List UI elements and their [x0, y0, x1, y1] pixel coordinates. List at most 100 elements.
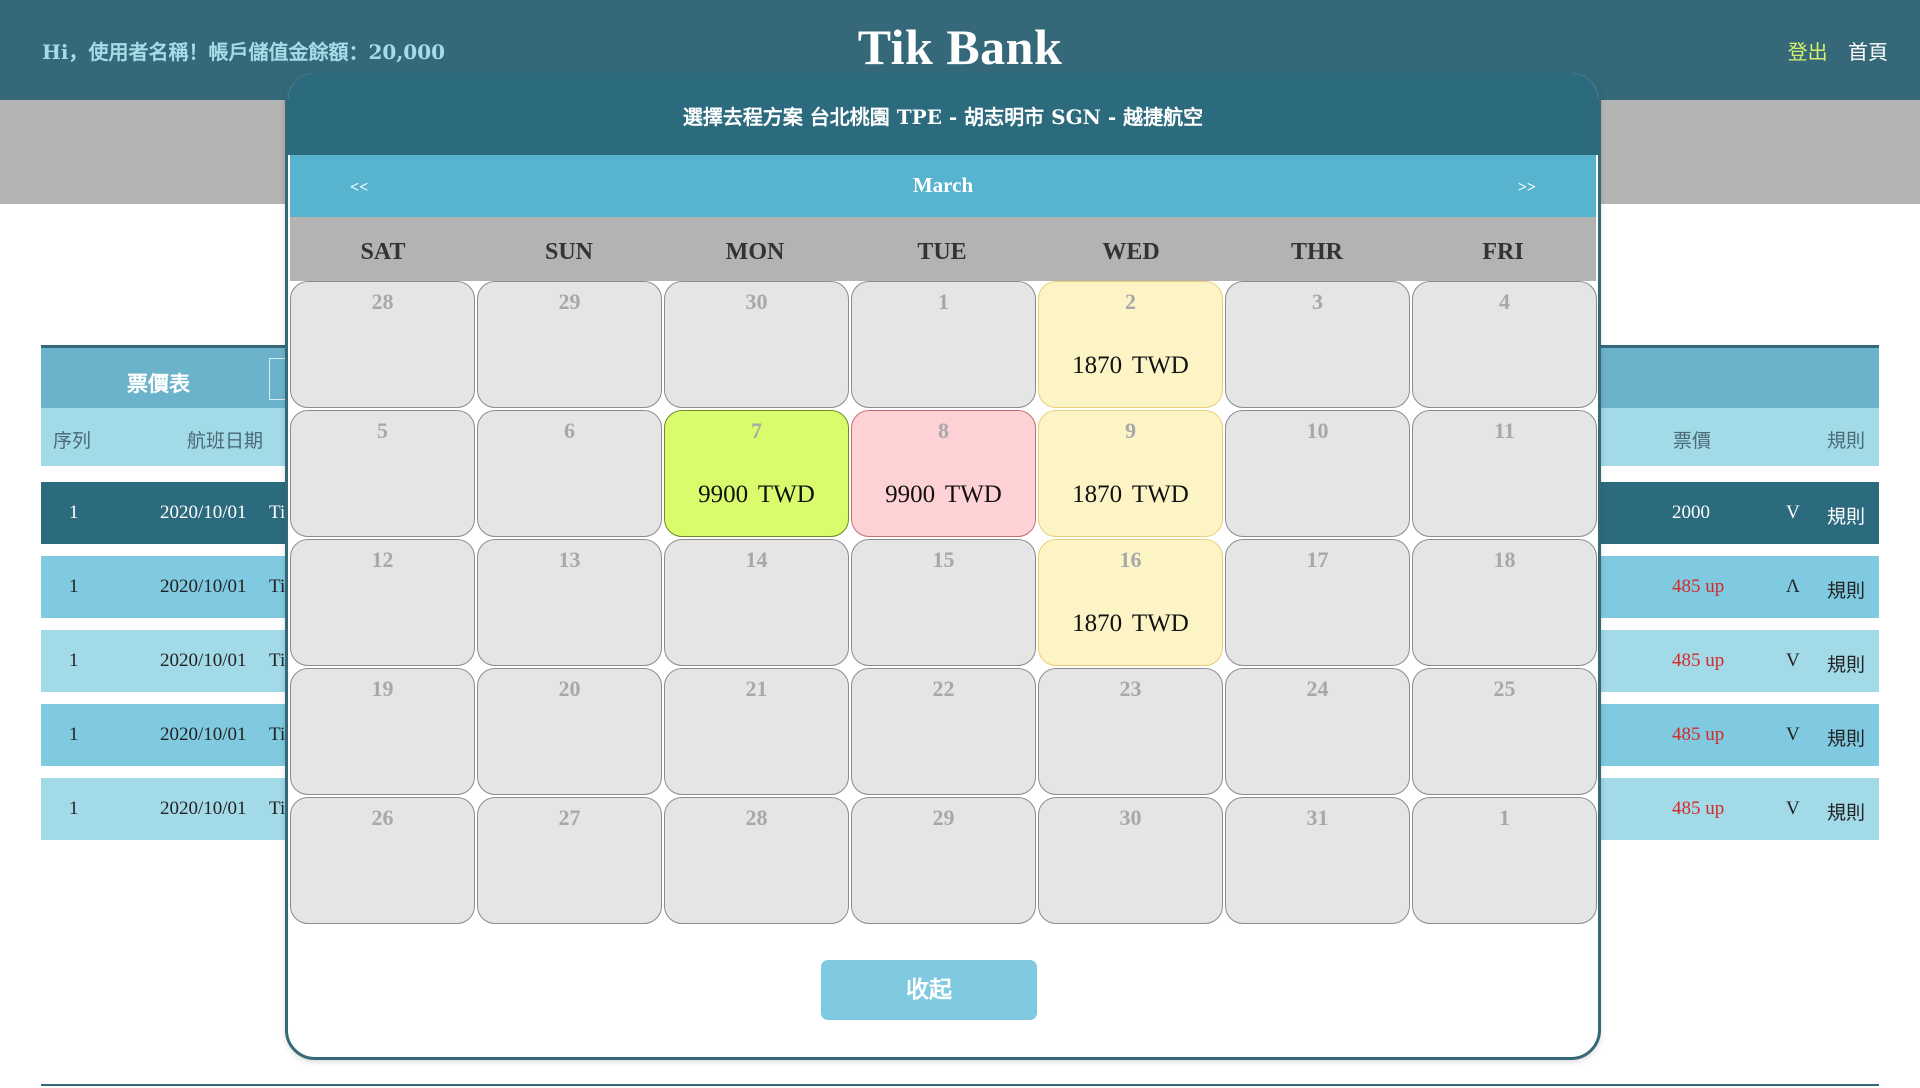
day-number: 15 — [932, 547, 955, 572]
calendar-day-cell[interactable]: 6 — [477, 410, 662, 537]
weekday-mon: MON — [725, 239, 785, 265]
row-date-suffix: Ti — [269, 724, 286, 745]
page-bottom-rule — [41, 1084, 1879, 1086]
day-number: 29 — [932, 805, 955, 830]
day-number: 2 — [1125, 289, 1136, 314]
day-number: 25 — [1493, 676, 1516, 701]
day-price: 9900 TWD — [885, 481, 1002, 508]
calendar-day-cell[interactable]: 25 — [1412, 668, 1597, 795]
calendar-day-cell[interactable]: 10 — [1225, 410, 1410, 537]
calendar-day-cell[interactable]: 22 — [851, 668, 1036, 795]
row-price: 485 up — [1672, 650, 1725, 671]
calendar-day-cell[interactable]: 1 — [1412, 797, 1597, 924]
calendar-day-cell[interactable]: 9 1870 TWD — [1038, 410, 1223, 537]
day-number: 23 — [1119, 676, 1142, 701]
row-rules-link[interactable]: 規則 — [1827, 724, 1865, 751]
calendar-day-cell[interactable]: 20 — [477, 668, 662, 795]
day-number: 6 — [564, 418, 575, 443]
day-number: 29 — [558, 289, 581, 314]
calendar-day-cell[interactable]: 26 — [290, 797, 475, 924]
day-number: 21 — [745, 676, 768, 701]
day-number: 24 — [1306, 676, 1329, 701]
calendar-day-cell[interactable]: 30 — [664, 281, 849, 408]
day-number: 10 — [1306, 418, 1329, 443]
day-number: 4 — [1499, 289, 1510, 314]
calendar-day-cell[interactable]: 30 — [1038, 797, 1223, 924]
fare-calendar-modal: 選擇去程方案 台北桃園 TPE - 胡志明市 SGN - 越捷航空 << Mar… — [285, 70, 1601, 1060]
weekday-header: SAT SUN MON TUE WED THR FRI — [290, 217, 1596, 281]
day-number: 8 — [938, 418, 949, 443]
calendar-day-cell[interactable]: 29 — [477, 281, 662, 408]
row-rules-link[interactable]: 規則 — [1827, 798, 1865, 825]
col-date: 航班日期 — [187, 430, 264, 452]
calendar-day-cell[interactable]: 31 — [1225, 797, 1410, 924]
calendar-day-cell[interactable]: 3 — [1225, 281, 1410, 408]
next-month-button[interactable]: >> — [1518, 179, 1536, 197]
col-rules: 規則 — [1827, 430, 1866, 452]
calendar-day-cell[interactable]: 17 — [1225, 539, 1410, 666]
day-number: 17 — [1306, 547, 1329, 572]
row-toggle[interactable]: V — [1786, 650, 1800, 672]
brand-logo[interactable]: Tik Bank — [0, 18, 1920, 76]
header-nav: 登出 首頁 — [1774, 36, 1888, 65]
day-number: 28 — [371, 289, 394, 314]
day-price: 1870 TWD — [1072, 610, 1189, 637]
calendar-grid: 28 29 30 1 2 1870 TWD 3 4 5 6 7 9900 TWD 8 9900 TWD 9 1… — [288, 281, 1598, 931]
calendar-day-cell[interactable]: 18 — [1412, 539, 1597, 666]
day-number: 30 — [1119, 805, 1142, 830]
day-number: 1 — [1499, 805, 1510, 830]
day-number: 31 — [1306, 805, 1329, 830]
weekday-wed: WED — [1102, 239, 1160, 265]
day-number: 1 — [938, 289, 949, 314]
calendar-day-cell[interactable]: 28 — [290, 281, 475, 408]
calendar-day-cell[interactable]: 21 — [664, 668, 849, 795]
calendar-day-cell[interactable]: 15 — [851, 539, 1036, 666]
calendar-day-cell[interactable]: 2 1870 TWD — [1038, 281, 1223, 408]
row-toggle[interactable]: Λ — [1786, 576, 1800, 598]
home-link[interactable]: 首頁 — [1848, 40, 1888, 64]
calendar-day-cell[interactable]: 13 — [477, 539, 662, 666]
calendar-day-cell[interactable]: 24 — [1225, 668, 1410, 795]
calendar-day-cell[interactable]: 5 — [290, 410, 475, 537]
row-date-suffix: Ti — [269, 502, 286, 523]
row-date-suffix: Ti — [269, 576, 286, 597]
row-date: 2020/10/01 — [160, 502, 247, 523]
day-number: 26 — [371, 805, 394, 830]
row-date-suffix: Ti — [269, 798, 286, 819]
calendar-day-cell[interactable]: 23 — [1038, 668, 1223, 795]
row-rules-link[interactable]: 規則 — [1827, 502, 1865, 529]
calendar-day-cell[interactable]: 19 — [290, 668, 475, 795]
row-date: 2020/10/01 — [160, 576, 247, 597]
weekday-thr: THR — [1290, 239, 1343, 265]
calendar-day-cell[interactable]: 27 — [477, 797, 662, 924]
calendar-day-cell[interactable]: 4 — [1412, 281, 1597, 408]
row-price: 485 up — [1672, 724, 1725, 745]
row-rules-link[interactable]: 規則 — [1827, 650, 1865, 677]
calendar-day-cell[interactable]: 29 — [851, 797, 1036, 924]
weekday-tue: TUE — [917, 239, 967, 265]
day-price: 9900 TWD — [698, 481, 815, 508]
row-date-suffix: Ti — [269, 650, 286, 671]
calendar-day-cell[interactable]: 11 — [1412, 410, 1597, 537]
day-number: 7 — [751, 418, 762, 443]
row-rules-link[interactable]: 規則 — [1827, 576, 1865, 603]
month-label: March — [912, 173, 974, 197]
calendar-day-cell[interactable]: 8 9900 TWD — [851, 410, 1036, 537]
calendar-day-cell[interactable]: 1 — [851, 281, 1036, 408]
day-number: 9 — [1125, 418, 1136, 443]
row-seq: 1 — [69, 502, 79, 523]
calendar-day-cell[interactable]: 12 — [290, 539, 475, 666]
calendar-day-cell[interactable]: 28 — [664, 797, 849, 924]
logout-link[interactable]: 登出 — [1788, 40, 1828, 64]
day-number: 14 — [745, 547, 768, 572]
row-toggle[interactable]: V — [1786, 798, 1800, 820]
col-price: 票價 — [1673, 430, 1712, 452]
row-price: 485 up — [1672, 576, 1725, 597]
row-toggle[interactable]: V — [1786, 502, 1800, 524]
row-toggle[interactable]: V — [1786, 724, 1800, 746]
calendar-day-cell[interactable]: 14 — [664, 539, 849, 666]
calendar-day-cell[interactable]: 7 9900 TWD — [664, 410, 849, 537]
collapse-button[interactable]: 收起 — [821, 960, 1037, 1020]
day-number: 16 — [1119, 547, 1142, 572]
calendar-day-cell[interactable]: 16 1870 TWD — [1038, 539, 1223, 666]
